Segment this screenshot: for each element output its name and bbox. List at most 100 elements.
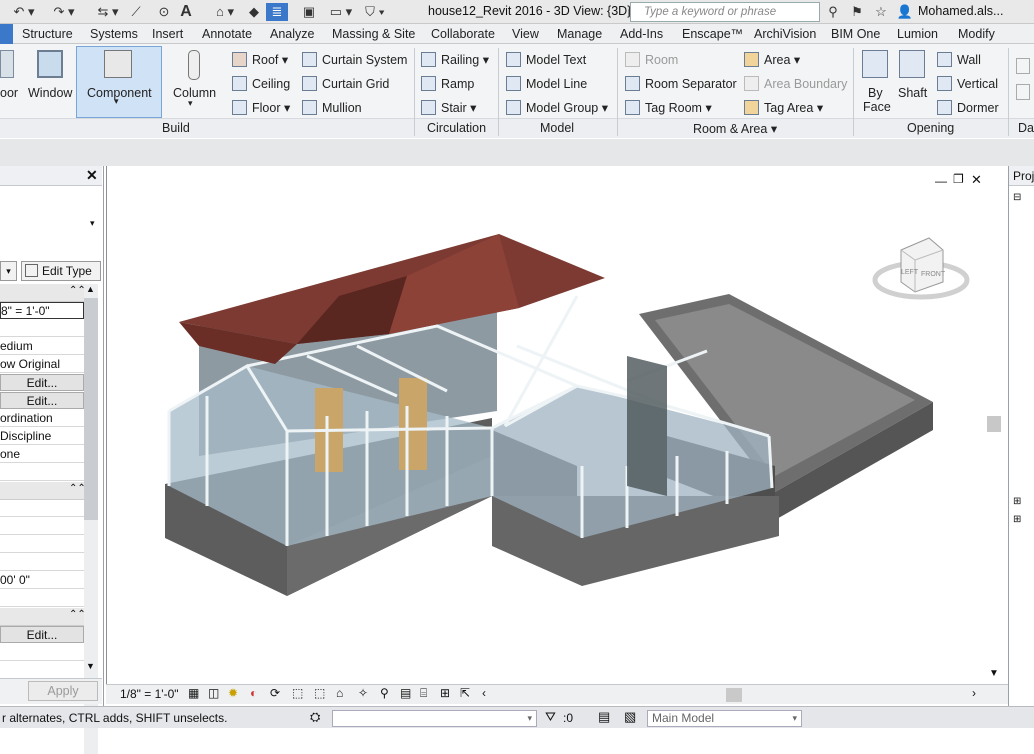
viewcube-box[interactable] (900, 237, 944, 293)
redo-icon[interactable]: ↷ ▾ (46, 3, 82, 21)
undo-icon[interactable]: ↶ ▾ (6, 3, 42, 21)
by-face-label-1[interactable]: By (868, 86, 883, 100)
analytical-model-icon[interactable]: ⊞ (440, 686, 450, 700)
view-scale-button[interactable]: 1/8" = 1'-0" (120, 687, 179, 701)
model-line-button[interactable]: Model Line (506, 76, 587, 91)
shaft-label[interactable]: Shaft (898, 86, 927, 100)
customize-toolbar-icon[interactable]: ⛉ ▾ (360, 3, 390, 21)
search-input[interactable]: Type a keyword or phrase (630, 2, 820, 22)
grid-icon[interactable] (1016, 84, 1030, 100)
column-dropdown-icon[interactable]: ▾ (188, 98, 193, 109)
column-button-label[interactable]: Column (173, 86, 216, 100)
tree-expand-icon[interactable]: ⊞ (1013, 496, 1021, 507)
lock-view-icon[interactable]: ⌂ (336, 686, 343, 700)
shadows-icon[interactable]: ◐ (250, 686, 257, 700)
default-3d-view-icon[interactable]: ⌂ ▾ (208, 3, 242, 21)
graphic-display-edit-button[interactable]: Edit... (0, 392, 84, 409)
door-icon[interactable] (0, 50, 14, 78)
component-dropdown-icon[interactable]: ▾ (114, 96, 119, 107)
railing-button[interactable]: Railing ▾ (421, 52, 489, 67)
scroll-down-icon[interactable]: ▼ (86, 661, 95, 671)
curtain-system-button[interactable]: Curtain System (302, 52, 407, 67)
parts-visibility-value[interactable]: ow Original (0, 356, 84, 373)
default-analysis-value[interactable]: one (0, 446, 84, 463)
level-icon[interactable] (1016, 58, 1030, 74)
type-selector[interactable] (0, 188, 102, 260)
ceiling-button[interactable]: Ceiling (232, 76, 290, 91)
temporary-properties-icon[interactable]: ▤ (400, 686, 411, 700)
curtain-grid-button[interactable]: Curtain Grid (302, 76, 389, 91)
type-selector-dropdown-icon[interactable]: ▾ (90, 218, 95, 229)
thin-lines-icon[interactable]: ≣ (266, 3, 288, 21)
floor-button[interactable]: Floor ▾ (232, 100, 290, 115)
favorites-star-icon[interactable]: ☆ (872, 3, 890, 21)
highlight-displacement-icon[interactable]: ⇱ (460, 686, 470, 700)
discipline-value[interactable]: ordination (0, 410, 84, 427)
tag-icon[interactable]: ⊙ (156, 3, 172, 21)
tab-collaborate[interactable]: Collaborate (431, 27, 495, 41)
properties-scrollbar-thumb[interactable] (84, 298, 98, 520)
column-icon[interactable] (188, 50, 200, 80)
render-icon[interactable]: ⟳ (270, 686, 280, 700)
view-scale-field[interactable]: 8" = 1'-0" (0, 302, 84, 319)
close-properties-icon[interactable]: ✕ (86, 167, 98, 184)
window-button-label[interactable]: Window (28, 86, 72, 100)
tab-annotate[interactable]: Annotate (202, 27, 252, 41)
crop-region-visible-row[interactable] (0, 518, 84, 535)
tab-analyze[interactable]: Analyze (270, 27, 314, 41)
close-hidden-windows-icon[interactable]: ▣ (298, 3, 320, 21)
text-icon[interactable]: A (178, 3, 194, 21)
filter-icon[interactable]: ⛛ (545, 709, 556, 725)
graphics-section-header[interactable]: ⌃⌃ (0, 284, 86, 302)
viewport-scrollbar-thumb[interactable] (987, 416, 1001, 432)
scroll-right-icon[interactable]: › (972, 686, 976, 700)
viewcube-front-face[interactable]: FRONT (921, 271, 946, 278)
tab-archivision[interactable]: ArchiVision (754, 27, 816, 41)
sun-path-icon[interactable]: ✹ (228, 686, 238, 700)
detail-level-icon[interactable]: ▦ (188, 686, 199, 700)
tab-systems[interactable]: Systems (90, 27, 138, 41)
house-model[interactable] (107, 166, 987, 684)
tab-enscape[interactable]: Enscape™ (682, 27, 743, 41)
tab-insert[interactable]: Insert (152, 27, 183, 41)
reveal-hidden-icon[interactable]: ⚲ (380, 686, 389, 700)
room-button[interactable]: Room (625, 52, 678, 67)
extents-section-header[interactable]: ⌃⌃ (0, 482, 86, 500)
subscription-center-icon[interactable]: ⚑ (848, 3, 866, 21)
by-face-label-2[interactable]: Face (863, 100, 891, 114)
worksets-icon[interactable]: ⛭ (310, 709, 320, 725)
viewcube-left-face[interactable]: LEFT (901, 269, 919, 276)
visual-style-icon[interactable]: ◫ (208, 686, 219, 700)
stair-button[interactable]: Stair ▾ (421, 100, 476, 115)
user-name[interactable]: Mohamed.als... (918, 4, 1003, 18)
show-crop-icon[interactable]: ⬚ (314, 686, 325, 700)
horizontal-scroll-thumb[interactable] (726, 688, 742, 702)
rendering-settings-edit-button[interactable]: Edit... (0, 626, 84, 643)
viewcube[interactable]: LEFT FRONT (871, 230, 971, 306)
binoculars-icon[interactable]: ⚲ (824, 3, 842, 21)
section-box-row[interactable] (0, 590, 84, 607)
tab-bim-one[interactable]: BIM One (831, 27, 880, 41)
model-group-button[interactable]: Model Group ▾ (506, 100, 608, 115)
switch-windows-icon[interactable]: ▭ ▾ (326, 3, 356, 21)
tree-collapse-icon[interactable]: ⊟ (1013, 192, 1021, 203)
dormer-opening-button[interactable]: Dormer (937, 100, 999, 115)
tag-room-button[interactable]: Tag Room ▾ (625, 100, 712, 115)
worksets-dropdown[interactable]: ▾ (332, 710, 537, 727)
scroll-left-icon[interactable]: ‹ (482, 686, 486, 700)
viewport-scroll-down-icon[interactable]: ▼ (989, 668, 999, 679)
tab-view[interactable]: View (512, 27, 539, 41)
tab-modify[interactable]: Modify (958, 27, 995, 41)
section-icon[interactable]: ◆ (246, 3, 262, 21)
room-separator-button[interactable]: Room Separator (625, 76, 737, 91)
shaft-icon[interactable] (899, 50, 925, 78)
editable-only-icon[interactable]: ▤ (598, 709, 610, 725)
mullion-button[interactable]: Mullion (302, 100, 362, 115)
tab-add-ins[interactable]: Add-Ins (620, 27, 663, 41)
edit-type-button[interactable]: Edit Type (21, 261, 101, 281)
tab-structure[interactable]: Structure (22, 27, 73, 41)
area-button[interactable]: Area ▾ (744, 52, 800, 67)
ramp-button[interactable]: Ramp (421, 76, 474, 91)
annotation-crop-row[interactable] (0, 536, 84, 553)
detail-level-value[interactable]: edium (0, 338, 84, 355)
